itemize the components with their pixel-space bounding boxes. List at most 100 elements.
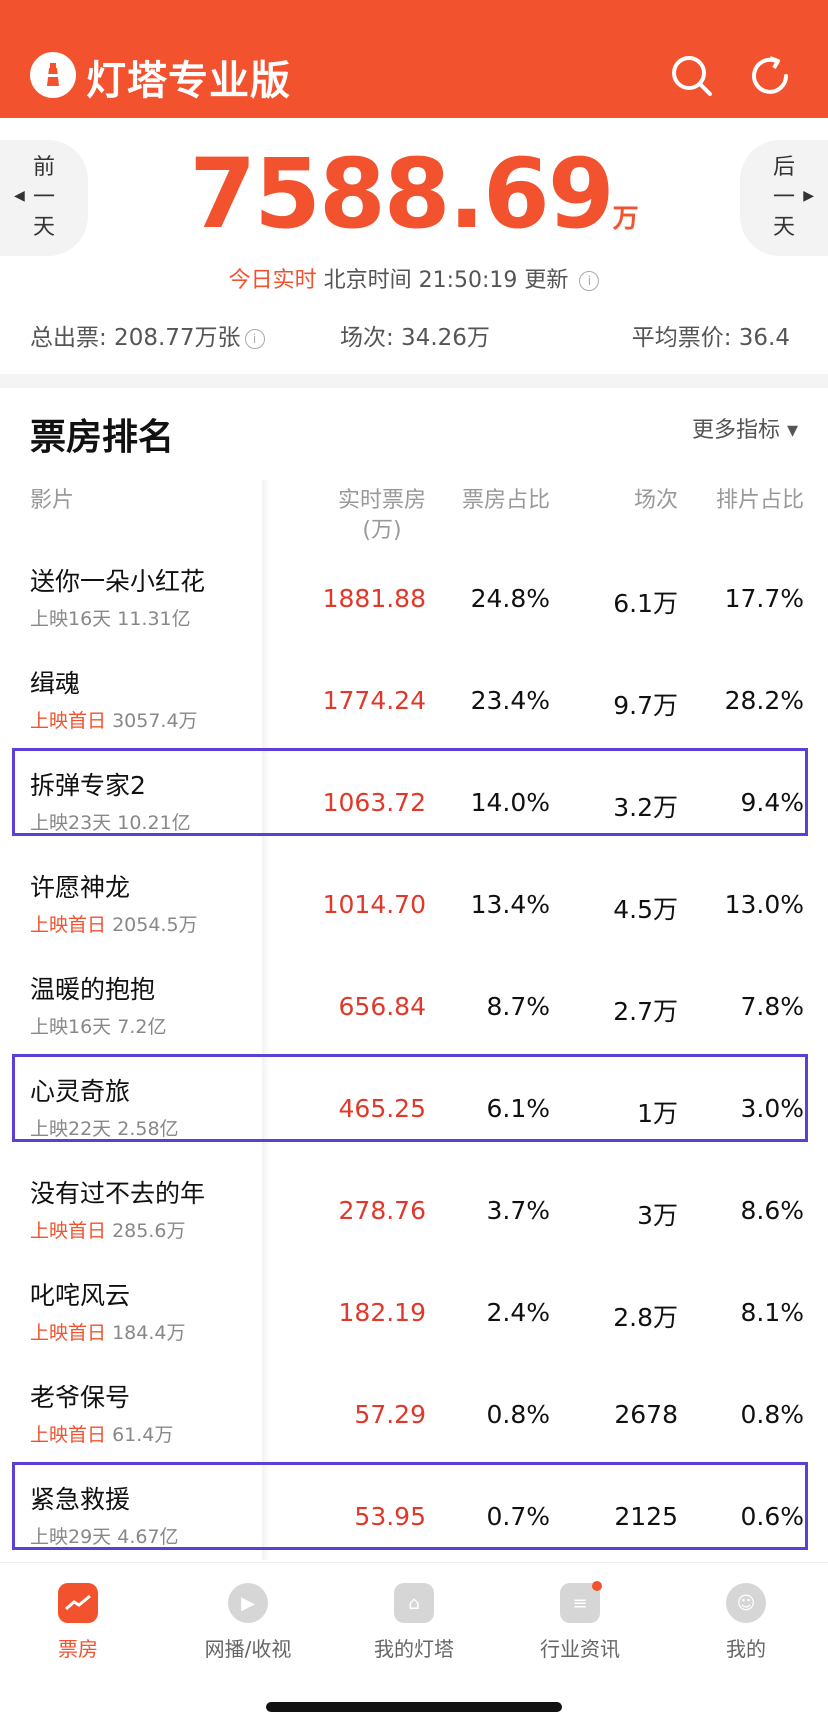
realtime-box-office: 1014.70 bbox=[322, 890, 426, 919]
realtime-box-office: 465.25 bbox=[338, 1094, 426, 1123]
box-office-share: 6.1% bbox=[486, 1094, 550, 1123]
stats-bar: 总出票: 208.77万张 i 场次: 34.26万 平均票价: 36.4 bbox=[0, 318, 828, 358]
table-row[interactable]: 心灵奇旅 上映22天 2.58亿 465.25 6.1% 1万 3.0% bbox=[0, 1054, 828, 1170]
box-office-share: 23.4% bbox=[470, 686, 550, 715]
release-info: 上映16天 7.2亿 bbox=[30, 1016, 167, 1038]
release-info: 上映22天 2.58亿 bbox=[30, 1118, 179, 1140]
realtime-box-office: 53.95 bbox=[354, 1502, 426, 1531]
table-row[interactable]: 拆弹专家2 上映23天 10.21亿 1063.72 14.0% 3.2万 9.4% bbox=[0, 748, 828, 864]
screening-count: 2.7万 bbox=[613, 997, 678, 1026]
film-title: 送你一朵小红花 bbox=[30, 567, 206, 596]
ranking-list: 送你一朵小红花上映16天 11.31亿 1881.88 24.8% 6.1万 17.7%… bbox=[0, 558, 828, 1578]
box-office-share: 2.4% bbox=[486, 1298, 550, 1327]
section-divider bbox=[0, 374, 828, 388]
film-title: 温暖的抱抱 bbox=[30, 975, 156, 1004]
total-box-office: 7588.69万 bbox=[189, 138, 639, 250]
search-icon[interactable] bbox=[668, 52, 716, 100]
film-title: 缉魂 bbox=[30, 669, 81, 698]
schedule-share: 0.8% bbox=[740, 1400, 804, 1429]
schedule-share: 28.2% bbox=[724, 686, 804, 715]
realtime-box-office: 278.76 bbox=[338, 1196, 426, 1225]
box-office-share: 8.7% bbox=[486, 992, 550, 1021]
realtime-box-office: 57.29 bbox=[354, 1400, 426, 1429]
column-screenings[interactable]: 场次 bbox=[634, 486, 678, 516]
notification-dot bbox=[592, 1581, 602, 1591]
film-title: 心灵奇旅 bbox=[30, 1077, 131, 1106]
release-info: 上映首日 184.4万 bbox=[30, 1322, 186, 1344]
screening-count: 6.1万 bbox=[613, 589, 678, 618]
play-icon: ▶ bbox=[228, 1583, 268, 1623]
box-office-share: 14.0% bbox=[470, 788, 550, 817]
release-info: 上映29天 4.67亿 bbox=[30, 1526, 179, 1548]
box-office-icon bbox=[58, 1583, 98, 1623]
box-office-share: 0.8% bbox=[486, 1400, 550, 1429]
update-time: 今日实时 北京时间 21:50:19 更新 i bbox=[0, 262, 828, 294]
table-row[interactable]: 叱咤风云 上映首日 184.4万 182.19 2.4% 2.8万 8.1% bbox=[0, 1272, 828, 1374]
screening-count: 3.2万 bbox=[613, 793, 678, 822]
column-schedule-share[interactable]: 排片占比 bbox=[716, 486, 804, 516]
ranking-title: 票房排名 bbox=[30, 417, 175, 458]
tab-streaming[interactable]: ▶ 网播/收视 bbox=[178, 1583, 318, 1662]
release-info: 上映首日 2054.5万 bbox=[30, 914, 198, 936]
table-row[interactable]: 没有过不去的年 上映首日 285.6万 278.76 3.7% 3万 8.6% bbox=[0, 1170, 828, 1272]
tab-profile[interactable]: ☺ 我的 bbox=[676, 1583, 816, 1662]
tickets-stat: 总出票: 208.77万张 i bbox=[30, 318, 265, 352]
tab-box-office[interactable]: 票房 bbox=[8, 1583, 148, 1662]
table-row[interactable]: 温暖的抱抱上映16天 7.2亿 656.84 8.7% 2.7万 7.8% bbox=[0, 966, 828, 1068]
column-share[interactable]: 票房占比 bbox=[462, 486, 550, 516]
realtime-box-office: 656.84 bbox=[338, 992, 426, 1021]
schedule-share: 0.6% bbox=[740, 1502, 804, 1531]
table-row[interactable]: 送你一朵小红花上映16天 11.31亿 1881.88 24.8% 6.1万 17.7% bbox=[0, 558, 828, 660]
schedule-share: 7.8% bbox=[740, 992, 804, 1021]
table-row[interactable]: 许愿神龙 上映首日 2054.5万 1014.70 13.4% 4.5万 13.0% bbox=[0, 864, 828, 966]
table-row[interactable]: 缉魂上映首日 3057.4万 1774.24 23.4% 9.7万 28.2% bbox=[0, 660, 828, 762]
release-info: 上映23天 10.21亿 bbox=[30, 812, 191, 834]
screening-count: 2678 bbox=[614, 1400, 678, 1429]
app-title: 灯塔专业版 bbox=[86, 58, 291, 104]
column-film: 影片 bbox=[30, 488, 75, 513]
schedule-share: 8.1% bbox=[740, 1298, 804, 1327]
realtime-box-office: 1063.72 bbox=[322, 788, 426, 817]
film-title: 许愿神龙 bbox=[30, 873, 131, 902]
film-title: 紧急救援 bbox=[30, 1485, 131, 1514]
table-row[interactable]: 老爷保号上映首日 61.4万 57.29 0.8% 2678 0.8% bbox=[0, 1374, 828, 1476]
realtime-box-office: 1774.24 bbox=[322, 686, 426, 715]
table-header: 影片 实时票房 (万) 票房占比 场次 排片占比 bbox=[0, 486, 828, 556]
box-office-share: 24.8% bbox=[470, 584, 550, 613]
schedule-share: 9.4% bbox=[740, 788, 804, 817]
box-office-share: 0.7% bbox=[486, 1502, 550, 1531]
film-title: 老爷保号 bbox=[30, 1383, 131, 1412]
film-title: 没有过不去的年 bbox=[30, 1179, 206, 1208]
schedule-share: 8.6% bbox=[740, 1196, 804, 1225]
next-day-label: 后 一 天 bbox=[772, 155, 795, 240]
refresh-icon[interactable] bbox=[746, 52, 794, 100]
realtime-box-office: 182.19 bbox=[338, 1298, 426, 1327]
next-day-button[interactable]: 后 一 天 ▶ bbox=[740, 140, 828, 256]
info-icon[interactable]: i bbox=[244, 328, 265, 349]
summary-panel: ◀ 前 一 天 7588.69万 后 一 天 ▶ 今日实时 北京时间 21:50… bbox=[0, 118, 828, 374]
lighthouse-logo-icon bbox=[30, 52, 76, 98]
screening-count: 4.5万 bbox=[613, 895, 678, 924]
screening-count: 3万 bbox=[637, 1201, 678, 1230]
release-info: 上映首日 61.4万 bbox=[30, 1424, 174, 1446]
avg-price-stat: 平均票价: 36.4 bbox=[631, 325, 790, 351]
screening-count: 2125 bbox=[614, 1502, 678, 1531]
more-metrics-dropdown[interactable]: 更多指标 ▾ bbox=[692, 412, 798, 444]
app-header: 灯塔专业版 bbox=[0, 0, 828, 118]
release-info: 上映首日 3057.4万 bbox=[30, 710, 198, 732]
tab-industry-news[interactable]: ≡ 行业资讯 bbox=[510, 1581, 650, 1662]
release-info: 上映16天 11.31亿 bbox=[30, 608, 191, 630]
info-icon[interactable]: i bbox=[579, 271, 600, 291]
screenings-stat: 场次: 34.26万 bbox=[340, 325, 490, 351]
screening-count: 9.7万 bbox=[613, 691, 678, 720]
release-info: 上映首日 285.6万 bbox=[30, 1220, 186, 1242]
arrow-right-icon: ▶ bbox=[803, 188, 814, 204]
film-title: 叱咤风云 bbox=[30, 1281, 131, 1310]
schedule-share: 17.7% bbox=[724, 584, 804, 613]
column-realtime-box-office[interactable]: 实时票房 (万) bbox=[338, 486, 426, 546]
tab-my-lighthouse[interactable]: ⌂ 我的灯塔 bbox=[344, 1583, 484, 1662]
home-indicator bbox=[266, 1702, 562, 1712]
realtime-box-office: 1881.88 bbox=[322, 584, 426, 613]
user-icon: ☺ bbox=[726, 1583, 766, 1623]
screening-count: 1万 bbox=[637, 1099, 678, 1128]
